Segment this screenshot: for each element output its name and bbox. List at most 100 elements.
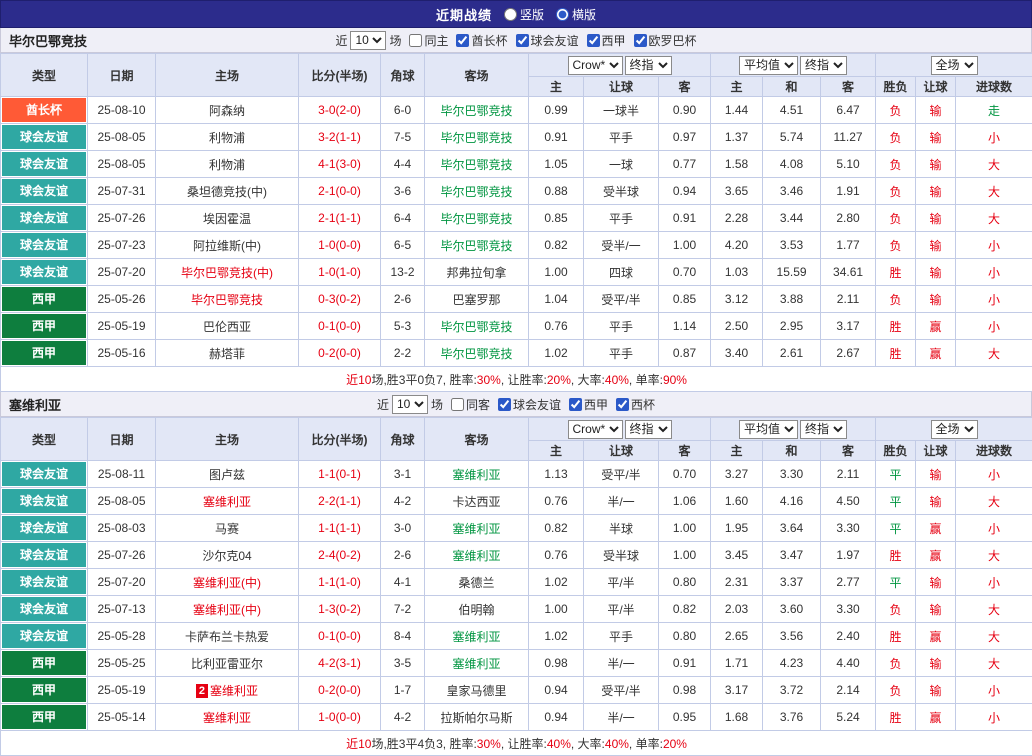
avg-home-odds: 1.71: [711, 650, 763, 677]
avg-home-odds: 3.65: [711, 178, 763, 205]
horizontal-layout-radio[interactable]: [556, 8, 569, 21]
league-filter-checkbox[interactable]: [498, 398, 511, 411]
home-team-name: 塞维利亚: [203, 495, 251, 509]
layout-option-horizontal[interactable]: 横版: [556, 6, 596, 23]
avg-home-odds: 1.44: [711, 97, 763, 124]
match-date: 25-05-19: [88, 677, 156, 704]
handicap-line: 受平/半: [584, 461, 659, 488]
home-team-name: 塞维利亚(中): [193, 603, 261, 617]
crown-away-odds: 1.00: [659, 515, 711, 542]
league-filter-option[interactable]: 球会友谊: [498, 396, 561, 413]
corner-cell: 8-4: [381, 623, 425, 650]
odds-source-select[interactable]: 全场: [931, 56, 978, 75]
competition-type-cell: 球会友谊: [1, 569, 88, 596]
sub-column-header: 客: [821, 77, 876, 97]
league-filter-option[interactable]: 西甲: [587, 32, 626, 49]
away-team-cell: 毕尔巴鄂竞技: [425, 178, 529, 205]
league-filter-option[interactable]: 同主: [409, 32, 448, 49]
league-filter-option[interactable]: 西甲: [569, 396, 608, 413]
crown-home-odds: 0.99: [529, 97, 584, 124]
odds-source-select[interactable]: 全场: [931, 420, 978, 439]
result-outcome: 胜: [876, 313, 916, 340]
score-cell: 1-1(0-1): [299, 461, 381, 488]
result-outcome: 胜: [876, 259, 916, 286]
odds-source-select[interactable]: 终指: [625, 56, 672, 75]
layout-option-vertical[interactable]: 竖版: [504, 6, 544, 23]
result-outcome: 负: [876, 596, 916, 623]
handicap-line: 半/一: [584, 488, 659, 515]
odds-source-select[interactable]: 平均值: [739, 420, 798, 439]
avg-away-odds: 5.10: [821, 151, 876, 178]
league-filter-checkbox[interactable]: [516, 34, 529, 47]
competition-type-cell: 西甲: [1, 340, 88, 367]
league-filter-checkbox[interactable]: [634, 34, 647, 47]
result-goals: 小: [956, 124, 1032, 151]
vertical-layout-radio[interactable]: [504, 8, 517, 21]
result-outcome: 负: [876, 151, 916, 178]
odds-source-select[interactable]: Crow*: [568, 420, 623, 439]
crown-home-odds: 0.94: [529, 677, 584, 704]
league-filter-checkbox[interactable]: [409, 34, 422, 47]
league-filter-option[interactable]: 同客: [451, 396, 490, 413]
corner-cell: 3-1: [381, 461, 425, 488]
avg-away-odds: 2.40: [821, 623, 876, 650]
crown-home-odds: 1.02: [529, 569, 584, 596]
league-filter-checkbox[interactable]: [616, 398, 629, 411]
handicap-line: 受平/半: [584, 286, 659, 313]
league-filter-option[interactable]: 欧罗巴杯: [634, 32, 697, 49]
home-team-name: 埃因霍温: [203, 212, 251, 226]
league-filter-option[interactable]: 酋长杯: [456, 32, 507, 49]
crown-away-odds: 1.06: [659, 488, 711, 515]
summary-segment: 场,胜3平4负3, 胜率:: [371, 737, 476, 751]
away-team-name: 塞维利亚: [452, 549, 500, 563]
away-team-name: 毕尔巴鄂竞技: [440, 104, 512, 118]
competition-type-cell: 西甲: [1, 650, 88, 677]
sub-column-header: 和: [763, 441, 821, 461]
home-team-cell: 塞维利亚: [156, 704, 299, 731]
league-filter-option[interactable]: 球会友谊: [516, 32, 579, 49]
corner-cell: 6-0: [381, 97, 425, 124]
odds-source-select[interactable]: 终指: [800, 420, 847, 439]
league-filter-checkbox[interactable]: [569, 398, 582, 411]
score-cell: 0-2(0-0): [299, 340, 381, 367]
competition-badge: 西甲: [2, 287, 86, 311]
avg-away-odds: 1.91: [821, 178, 876, 205]
odds-source-header: 平均值终指: [711, 418, 876, 441]
crown-away-odds: 0.85: [659, 286, 711, 313]
match-row: 西甲25-05-19巴伦西亚0-1(0-0)5-3毕尔巴鄂竞技0.76平手1.1…: [1, 313, 1032, 340]
match-date: 25-08-05: [88, 151, 156, 178]
crown-home-odds: 1.00: [529, 596, 584, 623]
odds-source-select[interactable]: 终指: [625, 420, 672, 439]
crown-away-odds: 1.00: [659, 542, 711, 569]
odds-source-select[interactable]: 平均值: [739, 56, 798, 75]
score-cell: 2-1(1-1): [299, 205, 381, 232]
avg-home-odds: 1.60: [711, 488, 763, 515]
home-team-cell: 马赛: [156, 515, 299, 542]
sub-column-header: 进球数: [956, 77, 1032, 97]
crown-home-odds: 0.85: [529, 205, 584, 232]
competition-badge: 西甲: [2, 651, 86, 675]
corner-cell: 13-2: [381, 259, 425, 286]
league-filter-label: 酋长杯: [471, 32, 507, 49]
odds-source-select[interactable]: 终指: [800, 56, 847, 75]
away-team-name: 巴塞罗那: [452, 293, 500, 307]
recent-count-select[interactable]: 10: [350, 31, 386, 50]
avg-draw-odds: 3.64: [763, 515, 821, 542]
league-filter-checkbox[interactable]: [456, 34, 469, 47]
league-filter-checkbox[interactable]: [587, 34, 600, 47]
league-filter-checkbox[interactable]: [451, 398, 464, 411]
score-cell: 1-0(0-0): [299, 232, 381, 259]
home-team-cell: 巴伦西亚: [156, 313, 299, 340]
competition-badge: 球会友谊: [2, 543, 86, 567]
result-outcome: 平: [876, 569, 916, 596]
avg-draw-odds: 3.53: [763, 232, 821, 259]
odds-source-select[interactable]: Crow*: [568, 56, 623, 75]
recent-count-select[interactable]: 10: [392, 395, 428, 414]
league-filter-option[interactable]: 西杯: [616, 396, 655, 413]
score-cell: 1-1(1-0): [299, 569, 381, 596]
avg-draw-odds: 3.60: [763, 596, 821, 623]
result-goals: 小: [956, 286, 1032, 313]
avg-away-odds: 3.30: [821, 515, 876, 542]
home-team-name: 比利亚雷亚尔: [191, 657, 263, 671]
away-team-cell: 拉斯帕尔马斯: [425, 704, 529, 731]
